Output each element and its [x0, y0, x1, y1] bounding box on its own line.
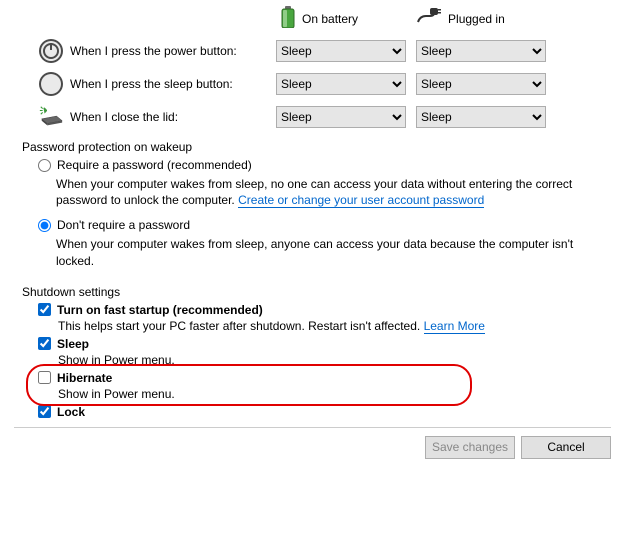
button-bar: Save changes Cancel: [0, 436, 625, 459]
hibernate-checkbox[interactable]: [38, 371, 51, 384]
password-section-heading: Password protection on wakeup: [22, 140, 625, 154]
hibernate-option: Hibernate: [38, 371, 625, 385]
sleep-button-plugged-select[interactable]: Sleep: [416, 73, 546, 95]
shutdown-section-heading: Shutdown settings: [22, 285, 625, 299]
dont-require-password-option: Don't require a password: [38, 218, 625, 232]
close-lid-label: When I close the lid:: [70, 110, 276, 124]
create-password-link[interactable]: Create or change your user account passw…: [238, 193, 484, 208]
fast-startup-checkbox[interactable]: [38, 303, 51, 316]
dont-require-password-label: Don't require a password: [57, 218, 190, 232]
require-password-option: Require a password (recommended): [38, 158, 625, 172]
power-icon: [38, 38, 64, 64]
require-password-radio[interactable]: [38, 159, 51, 172]
close-lid-row: When I close the lid: Sleep Sleep: [38, 104, 625, 130]
sleep-desc: Show in Power menu.: [58, 353, 625, 367]
power-button-row: When I press the power button: Sleep Sle…: [38, 38, 625, 64]
moon-icon: [38, 71, 64, 97]
laptop-icon: [38, 104, 64, 130]
power-button-plugged-select[interactable]: Sleep: [416, 40, 546, 62]
hibernate-desc: Show in Power menu.: [58, 387, 625, 401]
fast-startup-option: Turn on fast startup (recommended): [38, 303, 625, 317]
close-lid-plugged-select[interactable]: Sleep: [416, 106, 546, 128]
column-headers: On battery Plugged in: [280, 6, 625, 31]
plugged-in-header: Plugged in: [416, 6, 505, 31]
fast-startup-label: Turn on fast startup (recommended): [57, 303, 263, 317]
power-button-battery-select[interactable]: Sleep: [276, 40, 406, 62]
sleep-checkbox[interactable]: [38, 337, 51, 350]
fast-startup-desc: This helps start your PC faster after sh…: [58, 319, 625, 333]
cancel-button[interactable]: Cancel: [521, 436, 611, 459]
close-lid-battery-select[interactable]: Sleep: [276, 106, 406, 128]
sleep-button-label: When I press the sleep button:: [70, 77, 276, 91]
plugged-in-label: Plugged in: [448, 12, 505, 26]
battery-icon: [280, 6, 296, 31]
dont-require-password-desc: When your computer wakes from sleep, any…: [56, 236, 605, 268]
power-button-label: When I press the power button:: [70, 44, 276, 58]
dont-require-password-radio[interactable]: [38, 219, 51, 232]
lock-checkbox[interactable]: [38, 405, 51, 418]
save-changes-button[interactable]: Save changes: [425, 436, 515, 459]
separator: [14, 427, 611, 428]
sleep-option: Sleep: [38, 337, 625, 351]
plug-icon: [416, 8, 442, 29]
on-battery-label: On battery: [302, 12, 358, 26]
sleep-label: Sleep: [57, 337, 89, 351]
sleep-button-row: When I press the sleep button: Sleep Sle…: [38, 71, 625, 97]
learn-more-link[interactable]: Learn More: [424, 319, 485, 334]
on-battery-header: On battery: [280, 6, 358, 31]
require-password-label: Require a password (recommended): [57, 158, 252, 172]
hibernate-label: Hibernate: [57, 371, 112, 385]
require-password-desc: When your computer wakes from sleep, no …: [56, 176, 605, 208]
sleep-button-battery-select[interactable]: Sleep: [276, 73, 406, 95]
lock-option: Lock: [38, 405, 625, 419]
lock-label: Lock: [57, 405, 85, 419]
